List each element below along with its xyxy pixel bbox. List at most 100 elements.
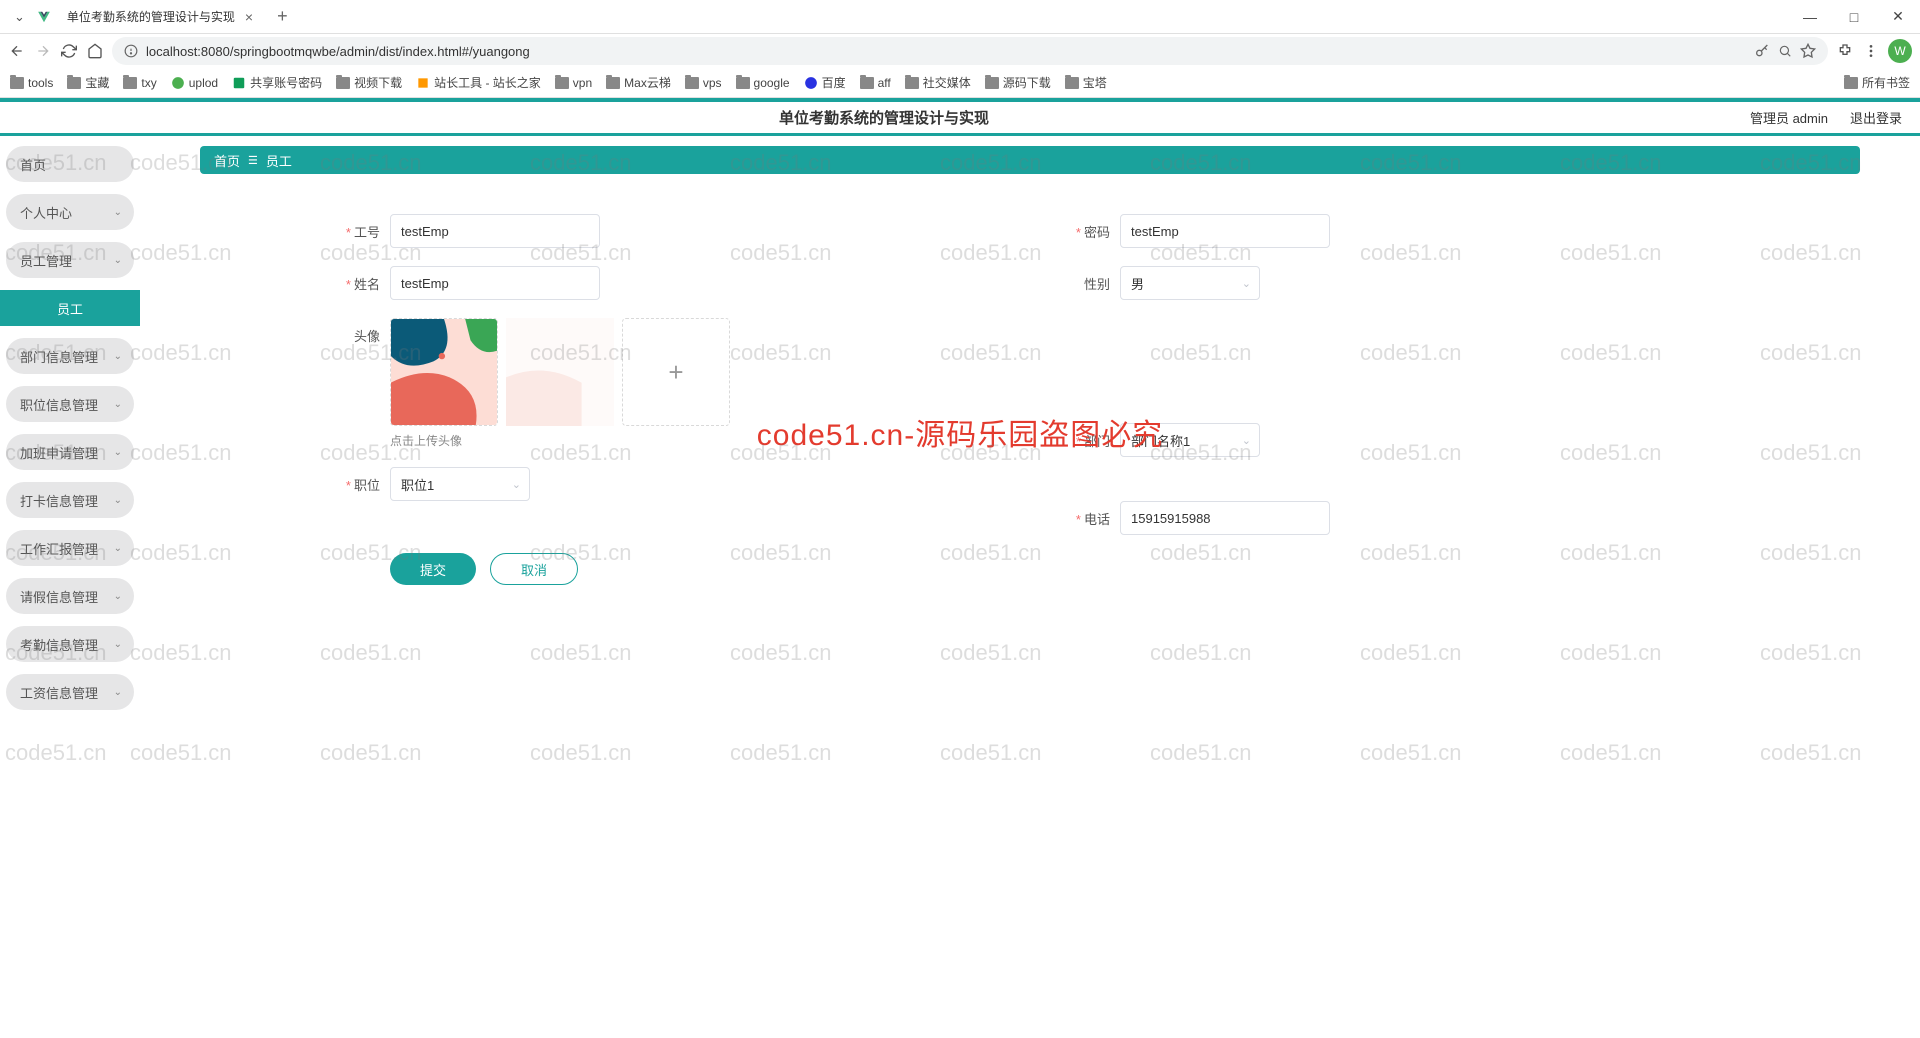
sidebar-item-overtime[interactable]: 加班申请管理⌄ [6, 434, 134, 470]
zoom-search-icon[interactable] [1778, 44, 1792, 58]
home-icon[interactable] [86, 42, 104, 60]
bookmark-item[interactable]: 站长工具 - 站长之家 [416, 74, 541, 91]
bookmark-item[interactable]: 宝藏 [67, 74, 109, 91]
sheet-icon [232, 76, 246, 90]
folder-icon [606, 77, 620, 89]
tab-dropdown-icon[interactable]: ⌄ [8, 9, 31, 25]
content-area: 首页 ☰ 员工 *工号 *密码 *姓名 [140, 136, 1920, 1035]
new-tab-button[interactable]: + [271, 6, 294, 27]
bookmark-item[interactable]: tools [10, 76, 53, 90]
chevron-down-icon: ⌄ [1242, 434, 1251, 447]
input-gonghao[interactable] [390, 214, 600, 248]
bookmark-item[interactable]: 视频下载 [336, 74, 402, 91]
employee-form: *工号 *密码 *姓名 性别 男⌄ [200, 174, 1860, 605]
bookmark-item[interactable]: 共享账号密码 [232, 74, 322, 91]
sidebar-item-personal[interactable]: 个人中心⌄ [6, 194, 134, 230]
folder-icon [555, 77, 569, 89]
input-mima[interactable] [1120, 214, 1330, 248]
folder-icon [860, 77, 874, 89]
sidebar-item-dept[interactable]: 部门信息管理⌄ [6, 338, 134, 374]
admin-label[interactable]: 管理员 admin [1750, 108, 1828, 127]
bookmark-item[interactable]: vpn [555, 76, 592, 90]
site-info-icon[interactable] [124, 44, 138, 58]
address-bar: localhost:8080/springbootmqwbe/admin/dis… [0, 34, 1920, 68]
app-header: 单位考勤系统的管理设计与实现 管理员 admin 退出登录 [0, 102, 1920, 136]
input-dianhua[interactable] [1120, 501, 1330, 535]
avatar-thumbnail[interactable] [390, 318, 498, 426]
chevron-down-icon: ⌄ [114, 687, 122, 698]
tab-close-icon[interactable]: × [245, 9, 253, 25]
browser-tab[interactable]: 单位考勤系统的管理设计与实现 × [57, 2, 263, 32]
breadcrumb-home[interactable]: 首页 [214, 151, 240, 170]
chevron-down-icon: ⌄ [512, 478, 521, 491]
password-key-icon[interactable] [1754, 43, 1770, 59]
folder-icon [1065, 77, 1079, 89]
reload-icon[interactable] [60, 42, 78, 60]
bookmark-item[interactable]: 社交媒体 [905, 74, 971, 91]
sidebar-item-leave[interactable]: 请假信息管理⌄ [6, 578, 134, 614]
bookmark-item[interactable]: vps [685, 76, 722, 90]
sidebar-item-employee[interactable]: 员工 [0, 290, 140, 326]
label-gonghao: *工号 [300, 214, 390, 241]
bookmark-item[interactable]: 源码下载 [985, 74, 1051, 91]
bookmark-item[interactable]: 宝塔 [1065, 74, 1107, 91]
select-zhiwei[interactable]: 职位1⌄ [390, 467, 530, 501]
sidebar-item-checkin[interactable]: 打卡信息管理⌄ [6, 482, 134, 518]
breadcrumb-current: 员工 [266, 151, 292, 170]
vue-favicon-icon [37, 10, 51, 24]
chevron-down-icon: ⌄ [1242, 277, 1251, 290]
sidebar: 首页 个人中心⌄ 员工管理⌄ 员工 部门信息管理⌄ 职位信息管理⌄ 加班申请管理… [0, 136, 140, 1035]
logout-link[interactable]: 退出登录 [1850, 108, 1902, 127]
url-input[interactable]: localhost:8080/springbootmqwbe/admin/dis… [112, 37, 1828, 65]
bookmark-item[interactable]: txy [123, 76, 156, 90]
chevron-down-icon: ⌄ [114, 447, 122, 458]
folder-icon [1844, 77, 1858, 89]
menu-icon[interactable] [1862, 42, 1880, 60]
select-bumen[interactable]: 部门名称1⌄ [1120, 423, 1260, 457]
folder-icon [123, 77, 137, 89]
window-controls: — □ ✕ [1788, 0, 1920, 34]
sidebar-item-position[interactable]: 职位信息管理⌄ [6, 386, 134, 422]
bookmark-item[interactable]: Max云梯 [606, 74, 671, 91]
browser-tab-strip: ⌄ 单位考勤系统的管理设计与实现 × + — □ ✕ [0, 0, 1920, 34]
plus-icon: + [668, 357, 683, 388]
forward-icon[interactable] [34, 42, 52, 60]
cancel-button[interactable]: 取消 [490, 553, 578, 585]
bookmark-item[interactable]: aff [860, 76, 891, 90]
all-bookmarks[interactable]: 所有书签 [1844, 74, 1910, 91]
avatar-upload-button[interactable]: + [622, 318, 730, 426]
back-icon[interactable] [8, 42, 26, 60]
sidebar-item-salary[interactable]: 工资信息管理⌄ [6, 674, 134, 710]
chevron-down-icon: ⌄ [114, 495, 122, 506]
sidebar-item-home[interactable]: 首页 [6, 146, 134, 182]
breadcrumb-sep-icon: ☰ [248, 154, 258, 167]
chevron-down-icon: ⌄ [114, 399, 122, 410]
folder-icon [336, 77, 350, 89]
chevron-down-icon: ⌄ [114, 639, 122, 650]
submit-button[interactable]: 提交 [390, 553, 476, 585]
chevron-down-icon: ⌄ [114, 591, 122, 602]
folder-icon [67, 77, 81, 89]
sidebar-item-employee-mgmt[interactable]: 员工管理⌄ [6, 242, 134, 278]
folder-icon [736, 77, 750, 89]
avatar-image-icon [391, 319, 497, 425]
avatar-tip: 点击上传头像 [390, 432, 730, 449]
sidebar-item-attendance[interactable]: 考勤信息管理⌄ [6, 626, 134, 662]
label-zhiwei: *职位 [300, 467, 390, 494]
bookmark-item[interactable]: google [736, 76, 790, 90]
close-window-icon[interactable]: ✕ [1876, 0, 1920, 34]
chevron-down-icon: ⌄ [114, 543, 122, 554]
minimize-icon[interactable]: — [1788, 0, 1832, 34]
label-dianhua: *电话 [1030, 501, 1120, 528]
folder-icon [985, 77, 999, 89]
sidebar-item-workreport[interactable]: 工作汇报管理⌄ [6, 530, 134, 566]
profile-avatar[interactable]: W [1888, 39, 1912, 63]
bookmark-item[interactable]: uplod [171, 76, 218, 90]
bookmark-star-icon[interactable] [1800, 43, 1816, 59]
maximize-icon[interactable]: □ [1832, 0, 1876, 34]
bookmark-item[interactable]: 百度 [804, 74, 846, 91]
extensions-icon[interactable] [1836, 42, 1854, 60]
input-xingming[interactable] [390, 266, 600, 300]
breadcrumb: 首页 ☰ 员工 [200, 146, 1860, 174]
select-xingbie[interactable]: 男⌄ [1120, 266, 1260, 300]
